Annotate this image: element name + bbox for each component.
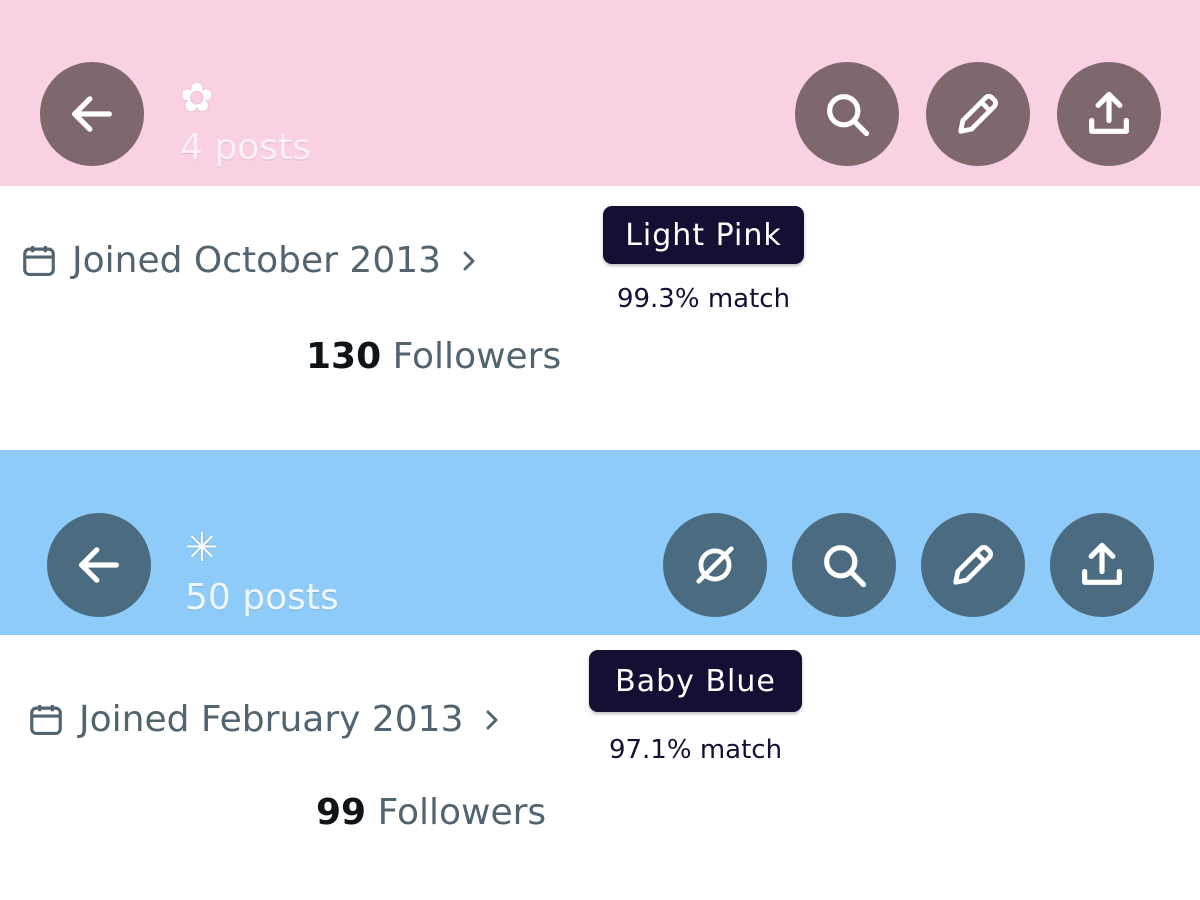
search-icon	[827, 94, 870, 137]
color-name-badge: Light Pink	[603, 206, 804, 264]
profile-header-banner: ✳ 50 posts	[0, 450, 1200, 635]
calendar-icon	[23, 245, 55, 276]
edit-button[interactable]	[926, 62, 1030, 166]
posts-count: 50 posts	[185, 577, 339, 618]
disconnect-button[interactable]	[663, 513, 767, 617]
share-upload-icon	[1082, 542, 1122, 585]
followers-label: Followers	[392, 336, 562, 377]
joined-date-text: Joined October 2013	[72, 240, 442, 281]
back-button[interactable]	[47, 513, 151, 617]
share-upload-icon	[1089, 91, 1129, 134]
pencil-icon	[953, 545, 993, 585]
color-match-percentage: 97.1% match	[608, 735, 783, 765]
search-button[interactable]	[795, 62, 899, 166]
joined-date-text: Joined February 2013	[79, 699, 464, 740]
pencil-icon	[958, 94, 998, 134]
followers-number: 130	[306, 336, 382, 377]
color-match-percentage: 99.3% match	[616, 284, 791, 314]
profile-header-banner: ✿ 4 posts	[0, 0, 1200, 186]
followers-count-link[interactable]: 130 Followers	[306, 336, 561, 377]
back-arrow-icon	[72, 96, 112, 132]
back-arrow-icon	[79, 547, 119, 583]
calendar-icon	[30, 704, 62, 735]
joined-date-link[interactable]: Joined February 2013	[27, 699, 504, 740]
followers-label: Followers	[377, 792, 547, 833]
joined-date-link[interactable]: Joined October 2013	[20, 240, 481, 281]
chevron-right-icon	[463, 251, 475, 270]
share-button[interactable]	[1050, 513, 1154, 617]
followers-count-link[interactable]: 99 Followers	[316, 792, 546, 833]
disconnect-icon	[696, 546, 734, 584]
profile-panel-baby-blue: ✳ 50 posts Joined February 2013 99 Follo…	[0, 450, 1200, 900]
profile-panel-light-pink: ✿ 4 posts Joined October 2013 130 Follow…	[0, 0, 1200, 450]
back-button[interactable]	[40, 62, 144, 166]
profile-emoji: ✳	[185, 525, 219, 571]
share-button[interactable]	[1057, 62, 1161, 166]
followers-number: 99	[316, 792, 367, 833]
edit-button[interactable]	[921, 513, 1025, 617]
chevron-right-icon	[486, 710, 497, 729]
posts-count: 4 posts	[180, 127, 311, 168]
profile-emoji: ✿	[180, 75, 214, 121]
search-button[interactable]	[792, 513, 896, 617]
color-name-badge: Baby Blue	[589, 650, 802, 712]
search-icon	[824, 545, 867, 588]
